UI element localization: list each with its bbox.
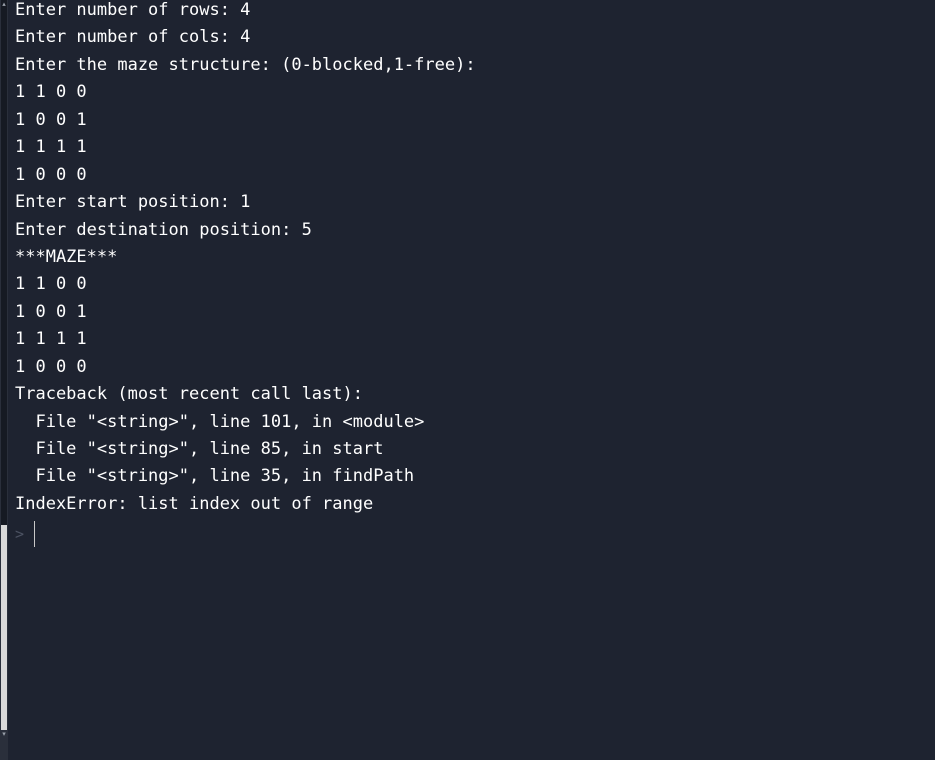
output-line: 1 1 1 1 [15, 329, 87, 350]
output-line: Enter the maze structure: (0-blocked,1-f… [15, 54, 476, 75]
output-line: 1 1 0 0 [15, 82, 87, 103]
output-line: 1 0 0 0 [15, 356, 87, 377]
output-line: 1 1 0 0 [15, 274, 87, 295]
output-line: Enter start position: 1 [15, 192, 251, 213]
traceback-line: File "<string>", line 85, in start [15, 439, 384, 459]
output-line: Enter number of cols: 4 [15, 27, 251, 48]
scrollbar-upper-region[interactable] [1, 0, 7, 525]
vertical-scrollbar[interactable]: ▴ ▾ [0, 0, 8, 760]
error-line: IndexError: list index out of range [15, 493, 374, 514]
console-panel: ▴ ▾ Enter number of rows: 4 Enter number … [0, 0, 935, 760]
output-line: 1 0 0 1 [15, 301, 87, 322]
scroll-up-icon[interactable]: ▴ [0, 0, 8, 8]
output-line: Enter number of rows: 4 [15, 0, 251, 20]
scrollbar-thumb[interactable] [1, 525, 7, 730]
traceback-line: Traceback (most recent call last): [15, 384, 363, 405]
output-line: 1 1 1 1 [15, 137, 87, 158]
text-cursor[interactable] [34, 521, 36, 547]
console-output: Enter number of rows: 4 Enter number of c… [15, 0, 476, 518]
output-line: 1 0 0 0 [15, 164, 87, 185]
output-line: 1 0 0 1 [15, 109, 87, 130]
output-line: ***MAZE*** [15, 246, 118, 267]
scroll-down-icon[interactable]: ▾ [0, 730, 8, 738]
console-input-row[interactable]: > [15, 520, 36, 548]
output-line: Enter destination position: 5 [15, 219, 312, 240]
traceback-line: File "<string>", line 101, in <module> [15, 411, 425, 432]
prompt-chevron-icon: > [15, 525, 25, 543]
traceback-line: File "<string>", line 35, in findPath [15, 466, 415, 487]
